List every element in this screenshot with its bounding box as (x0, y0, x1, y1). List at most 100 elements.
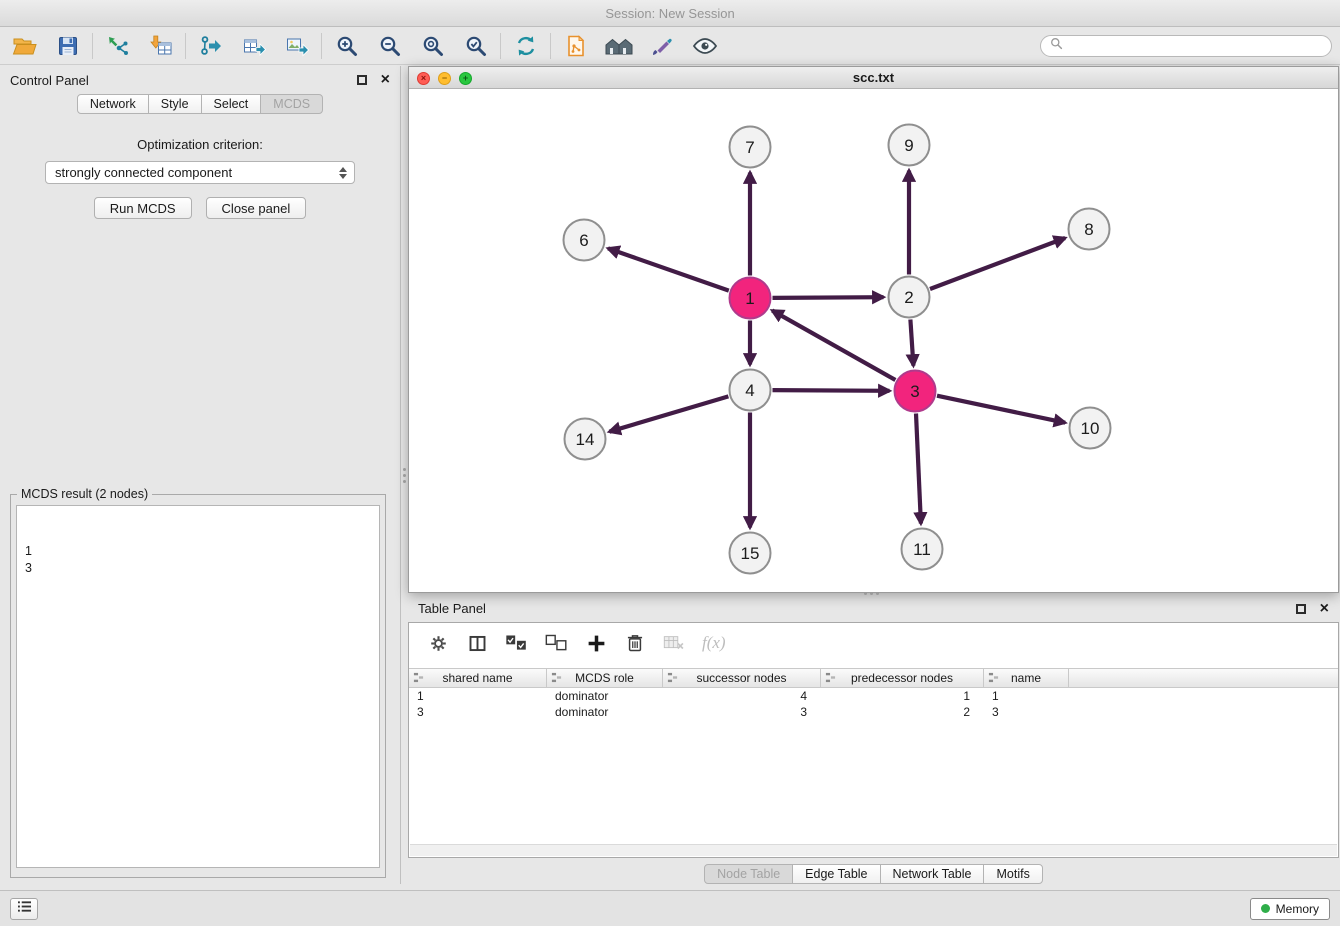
table-tab-network-table[interactable]: Network Table (880, 864, 985, 884)
mcds-result-text: 1 3 (25, 543, 371, 577)
maximize-window-icon[interactable]: + (459, 72, 472, 85)
table-cell[interactable]: 1 (821, 688, 984, 704)
column-header-predecessor-nodes[interactable]: predecessor nodes (821, 669, 984, 687)
table-cell[interactable]: dominator (547, 688, 663, 704)
close-table-panel-icon[interactable]: × (1320, 601, 1329, 617)
search-icon (1050, 37, 1063, 55)
float-table-panel-icon[interactable] (1296, 604, 1306, 614)
network-window-title: scc.txt (853, 70, 894, 85)
table-cell[interactable]: 3 (663, 704, 821, 720)
export-image-icon[interactable] (280, 31, 313, 61)
home-icon[interactable] (602, 31, 635, 61)
tab-select[interactable]: Select (201, 94, 262, 114)
paint-style-icon[interactable] (645, 31, 678, 61)
toolbar-group (101, 31, 177, 61)
memory-button[interactable]: Memory (1250, 898, 1330, 920)
column-header-label: name (1011, 671, 1041, 685)
edge-2-8[interactable] (930, 238, 1065, 289)
columns-icon[interactable] (466, 632, 488, 654)
import-table-icon[interactable] (144, 31, 177, 61)
export-network-icon[interactable] (194, 31, 227, 61)
toolbar-icon-groups (8, 31, 721, 61)
tab-mcds[interactable]: MCDS (260, 94, 323, 114)
edge-3-1[interactable] (772, 311, 895, 381)
toolbar-group (8, 31, 84, 61)
zoom-selected-icon[interactable] (459, 31, 492, 61)
vertical-splitter-handle[interactable] (401, 462, 408, 488)
close-window-icon[interactable]: × (417, 72, 430, 85)
task-history-button[interactable] (10, 898, 38, 920)
search-box[interactable] (1040, 35, 1332, 57)
refresh-icon[interactable] (509, 31, 542, 61)
network-document-icon[interactable] (559, 31, 592, 61)
zoom-in-icon[interactable] (330, 31, 363, 61)
run-mcds-button[interactable]: Run MCDS (94, 197, 192, 219)
table-cell[interactable]: 1 (984, 688, 1069, 704)
toolbar-separator (185, 33, 186, 59)
tab-style[interactable]: Style (148, 94, 202, 114)
table-row[interactable]: 3dominator323 (409, 704, 1338, 720)
table-cell[interactable]: 2 (821, 704, 984, 720)
column-header-label: MCDS role (575, 671, 634, 685)
zoom-fit-icon[interactable] (416, 31, 449, 61)
float-panel-icon[interactable] (357, 75, 367, 85)
column-header-filler (1069, 669, 1338, 687)
table-header-row: shared name MCDS role successor nodesprede… (409, 668, 1338, 688)
add-column-icon[interactable] (585, 632, 607, 654)
import-network-icon[interactable] (101, 31, 134, 61)
save-session-icon[interactable] (51, 31, 84, 61)
edge-4-14[interactable] (609, 396, 728, 431)
column-type-icon (551, 672, 562, 686)
column-type-icon (667, 672, 678, 686)
edge-3-11[interactable] (916, 414, 921, 524)
criterion-select[interactable]: strongly connected component (45, 161, 355, 184)
minimize-window-icon[interactable]: − (438, 72, 451, 85)
toolbar-separator (500, 33, 501, 59)
mcds-result-list[interactable]: 1 3 (16, 505, 380, 868)
table-cell[interactable]: 3 (409, 704, 547, 720)
network-canvas[interactable]: 7968124314101511 (409, 89, 1338, 592)
table-cell[interactable]: 4 (663, 688, 821, 704)
table-tab-motifs[interactable]: Motifs (983, 864, 1042, 884)
eye-icon[interactable] (688, 31, 721, 61)
column-header-name[interactable]: name (984, 669, 1069, 687)
gear-icon[interactable] (427, 632, 449, 654)
close-panel-button[interactable]: Close panel (206, 197, 307, 219)
function-icon: f(x) (702, 632, 726, 654)
control-panel-header: Control Panel × (0, 66, 400, 94)
horizontal-splitter-handle[interactable] (860, 590, 882, 597)
table-cell[interactable]: 1 (409, 688, 547, 704)
delete-row-icon[interactable] (624, 632, 646, 654)
network-window-titlebar[interactable]: × − + scc.txt (409, 67, 1338, 89)
table-tab-edge-table[interactable]: Edge Table (792, 864, 880, 884)
deselect-all-icon[interactable] (545, 632, 568, 654)
node-label-7: 7 (745, 138, 754, 157)
toolbar-group (509, 31, 542, 61)
table-panel-title: Table Panel (418, 601, 1282, 616)
column-header-mcds-role[interactable]: MCDS role (547, 669, 663, 687)
edge-1-6[interactable] (608, 248, 729, 290)
column-type-icon (825, 672, 836, 686)
export-table-icon[interactable] (237, 31, 270, 61)
table-cell[interactable]: 3 (984, 704, 1069, 720)
dropdown-arrows-icon (339, 167, 347, 179)
column-header-successor-nodes[interactable]: successor nodes (663, 669, 821, 687)
edge-4-3[interactable] (773, 390, 890, 391)
table-horizontal-scrollbar[interactable] (410, 844, 1337, 856)
tab-network[interactable]: Network (77, 94, 149, 114)
column-header-shared-name[interactable]: shared name (409, 669, 547, 687)
control-panel-title: Control Panel (10, 73, 343, 88)
close-panel-icon[interactable]: × (381, 72, 390, 88)
table-cell[interactable]: dominator (547, 704, 663, 720)
edge-2-3[interactable] (910, 320, 913, 366)
table-row[interactable]: 1dominator411 (409, 688, 1338, 704)
zoom-out-icon[interactable] (373, 31, 406, 61)
node-label-14: 14 (576, 430, 595, 449)
open-session-icon[interactable] (8, 31, 41, 61)
edge-3-10[interactable] (937, 396, 1065, 423)
table-tab-node-table[interactable]: Node Table (704, 864, 793, 884)
table-panel: Table Panel × f(x) shared nameMCDS roles… (408, 596, 1339, 888)
search-input[interactable] (1069, 39, 1322, 54)
edge-1-2[interactable] (773, 297, 884, 298)
select-all-icon[interactable] (505, 632, 528, 654)
